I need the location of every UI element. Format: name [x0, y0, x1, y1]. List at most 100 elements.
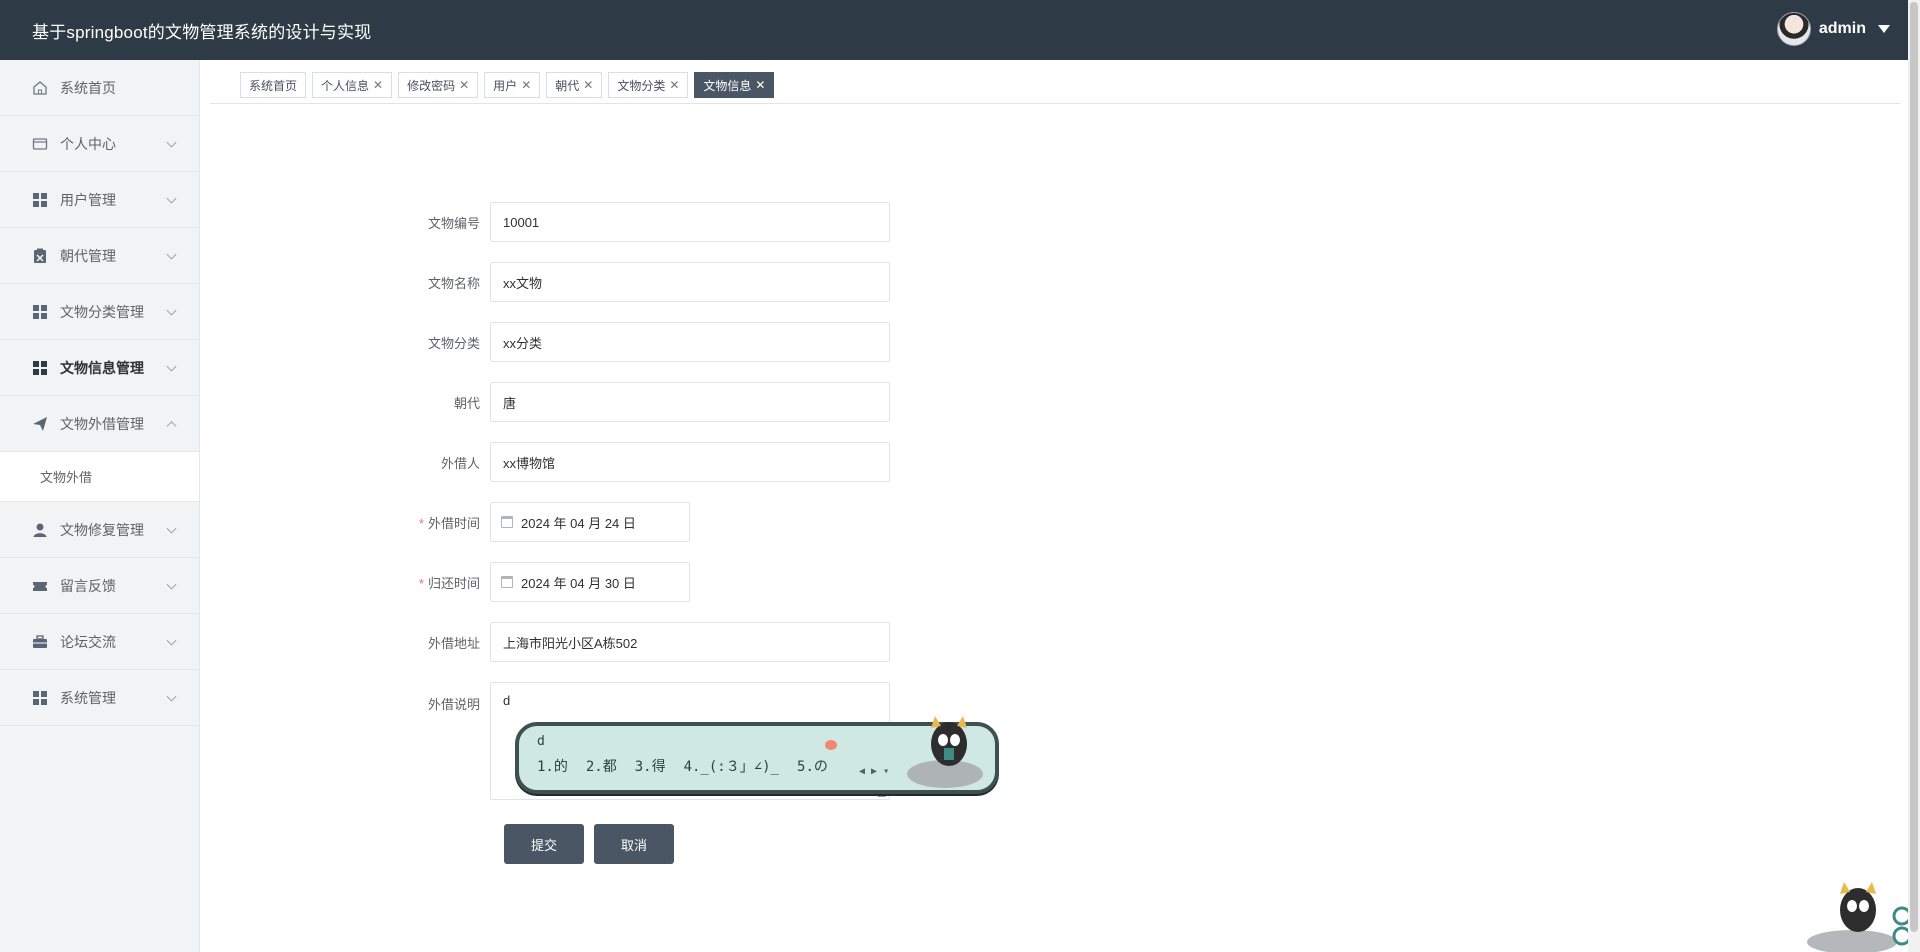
field-label: * 归还时间: [400, 573, 490, 592]
tab-change-password[interactable]: 修改密码 ✕: [398, 72, 479, 98]
lend-time-value: 2024 年 04 月 24 日: [521, 515, 636, 531]
sidebar-item-label: 系统管理: [60, 689, 116, 706]
form-row-lend-time: * 外借时间 2024 年 04 月 24 日: [400, 502, 1000, 542]
close-icon[interactable]: ✕: [459, 78, 469, 92]
tab-label: 文物分类: [617, 78, 666, 93]
relic-category-input[interactable]: xx分类: [490, 322, 890, 362]
grid-icon: [32, 304, 48, 320]
sidebar-item-personal-center[interactable]: 个人中心: [0, 116, 199, 172]
sidebar-item-label: 文物分类管理: [60, 303, 144, 320]
return-time-picker[interactable]: 2024 年 04 月 30 日: [490, 562, 690, 602]
chevron-down-icon: [166, 249, 177, 260]
scrollbar-thumb[interactable]: [1910, 2, 1918, 932]
user-menu[interactable]: admin: [1776, 12, 1890, 46]
tab-relic-info[interactable]: 文物信息 ✕: [694, 72, 775, 98]
return-time-label: 归还时间: [427, 575, 480, 591]
app-title: 基于springboot的文物管理系统的设计与实现: [32, 22, 372, 42]
form-row-return-time: * 归还时间 2024 年 04 月 30 日: [400, 562, 1000, 602]
close-icon[interactable]: ✕: [755, 78, 765, 92]
sidebar-item-label: 论坛交流: [60, 633, 116, 650]
close-icon[interactable]: ✕: [373, 78, 383, 92]
chevron-down-icon: [166, 305, 177, 316]
ime-candidate[interactable]: 3.得: [635, 756, 666, 776]
username[interactable]: admin: [1819, 20, 1866, 38]
chevron-down-icon: [166, 361, 177, 372]
tab-users[interactable]: 用户 ✕: [484, 72, 541, 98]
clipboard-icon: [32, 248, 48, 264]
sidebar-item-label: 个人中心: [60, 135, 116, 152]
tab-label: 用户: [493, 78, 518, 93]
close-icon[interactable]: ✕: [669, 78, 679, 92]
close-icon[interactable]: ✕: [583, 78, 593, 92]
sidebar-item-dynasty-management[interactable]: 朝代管理: [0, 228, 199, 284]
description-value: d: [503, 693, 511, 708]
ime-candidate[interactable]: 1.的: [537, 756, 568, 776]
ime-candidate[interactable]: 2.都: [586, 756, 617, 776]
sidebar-item-feedback[interactable]: 留言反馈: [0, 558, 199, 614]
chevron-down-icon[interactable]: [1878, 25, 1890, 33]
avatar[interactable]: [1776, 12, 1811, 46]
ime-candidate-window: d 1.的 2.都 3.得 4._(:３」∠)_ 5.の ◀ ▶ ▾: [515, 716, 999, 794]
ime-candidate[interactable]: 5.の: [797, 756, 828, 776]
user-icon: [32, 522, 48, 538]
dynasty-input[interactable]: 唐: [490, 382, 890, 422]
submit-button[interactable]: 提交: [504, 824, 584, 864]
sidebar-item-forum[interactable]: 论坛交流: [0, 614, 199, 670]
home-icon: [32, 80, 48, 96]
form-row-dynasty: 朝代 唐: [400, 382, 1000, 422]
tab-personal-info[interactable]: 个人信息 ✕: [312, 72, 393, 98]
sidebar: 系统首页 个人中心 用户管理 朝代管理 文物分类管理 文物信息管理 文物外借管理…: [0, 60, 200, 952]
relic-name-input[interactable]: xx文物: [490, 262, 890, 302]
sidebar-item-system-management[interactable]: 系统管理: [0, 670, 199, 726]
sidebar-item-label: 文物修复管理: [60, 521, 144, 538]
ticket-icon: [32, 578, 48, 594]
sidebar-item-category-management[interactable]: 文物分类管理: [0, 284, 199, 340]
page-arrows-icon[interactable]: ◀ ▶ ▾: [859, 766, 889, 777]
sidebar-item-relic-info-management[interactable]: 文物信息管理: [0, 340, 199, 396]
relic-number-input[interactable]: 10001: [490, 202, 890, 242]
page-scrollbar[interactable]: [1908, 0, 1920, 952]
ime-candidate[interactable]: 4._(:３」∠)_: [684, 756, 779, 776]
sidebar-item-label: 留言反馈: [60, 577, 116, 594]
sidebar-item-home[interactable]: 系统首页: [0, 60, 199, 116]
tab-home[interactable]: 系统首页: [240, 72, 307, 98]
sidebar-item-repair-management[interactable]: 文物修复管理: [0, 502, 199, 558]
sidebar-item-label: 朝代管理: [60, 247, 116, 264]
top-header: 基于springboot的文物管理系统的设计与实现 admin: [0, 0, 1920, 60]
form-row-address: 外借地址 上海市阳光小区A栋502: [400, 622, 1000, 662]
field-label: 文物编号: [427, 215, 480, 231]
address-input[interactable]: 上海市阳光小区A栋502: [490, 622, 890, 662]
tab-label: 系统首页: [249, 78, 298, 93]
chevron-down-icon: [166, 137, 177, 148]
form-row-borrower: 外借人 xx博物馆: [400, 442, 1000, 482]
grid-icon: [32, 690, 48, 706]
briefcase-icon: [32, 634, 48, 650]
sidebar-item-label: 系统首页: [60, 79, 116, 96]
field-label: 外借地址: [427, 635, 480, 651]
tab-relic-category[interactable]: 文物分类 ✕: [608, 72, 689, 98]
tab-label: 文物信息: [703, 78, 752, 93]
tab-label: 修改密码: [407, 78, 456, 93]
chevron-down-icon: [166, 579, 177, 590]
cat-mascot-icon: [1807, 882, 1912, 952]
grid-icon: [32, 360, 48, 376]
tab-label: 个人信息: [321, 78, 370, 93]
borrower-input[interactable]: xx博物馆: [490, 442, 890, 482]
emoji-icon[interactable]: [825, 740, 837, 750]
cancel-button[interactable]: 取消: [594, 824, 674, 864]
sidebar-subitem-relic-lending[interactable]: 文物外借: [0, 452, 199, 502]
return-time-value: 2024 年 04 月 30 日: [521, 575, 636, 591]
field-label: 文物分类: [427, 335, 480, 351]
sidebar-item-user-management[interactable]: 用户管理: [0, 172, 199, 228]
tab-bar: 系统首页 个人信息 ✕ 修改密码 ✕ 用户 ✕ 朝代 ✕ 文物分类 ✕ 文物信息…: [210, 72, 1900, 104]
calendar-icon: [501, 576, 513, 588]
field-label: 外借说明: [427, 697, 480, 712]
form-row-relic-number: 文物编号 10001: [400, 202, 1000, 242]
form-row-relic-category: 文物分类 xx分类: [400, 322, 1000, 362]
sidebar-item-label: 用户管理: [60, 191, 116, 208]
close-icon[interactable]: ✕: [521, 78, 531, 92]
lend-time-picker[interactable]: 2024 年 04 月 24 日: [490, 502, 690, 542]
lend-time-label: 外借时间: [427, 515, 480, 531]
tab-dynasty[interactable]: 朝代 ✕: [546, 72, 603, 98]
sidebar-item-lending-management[interactable]: 文物外借管理: [0, 396, 199, 452]
